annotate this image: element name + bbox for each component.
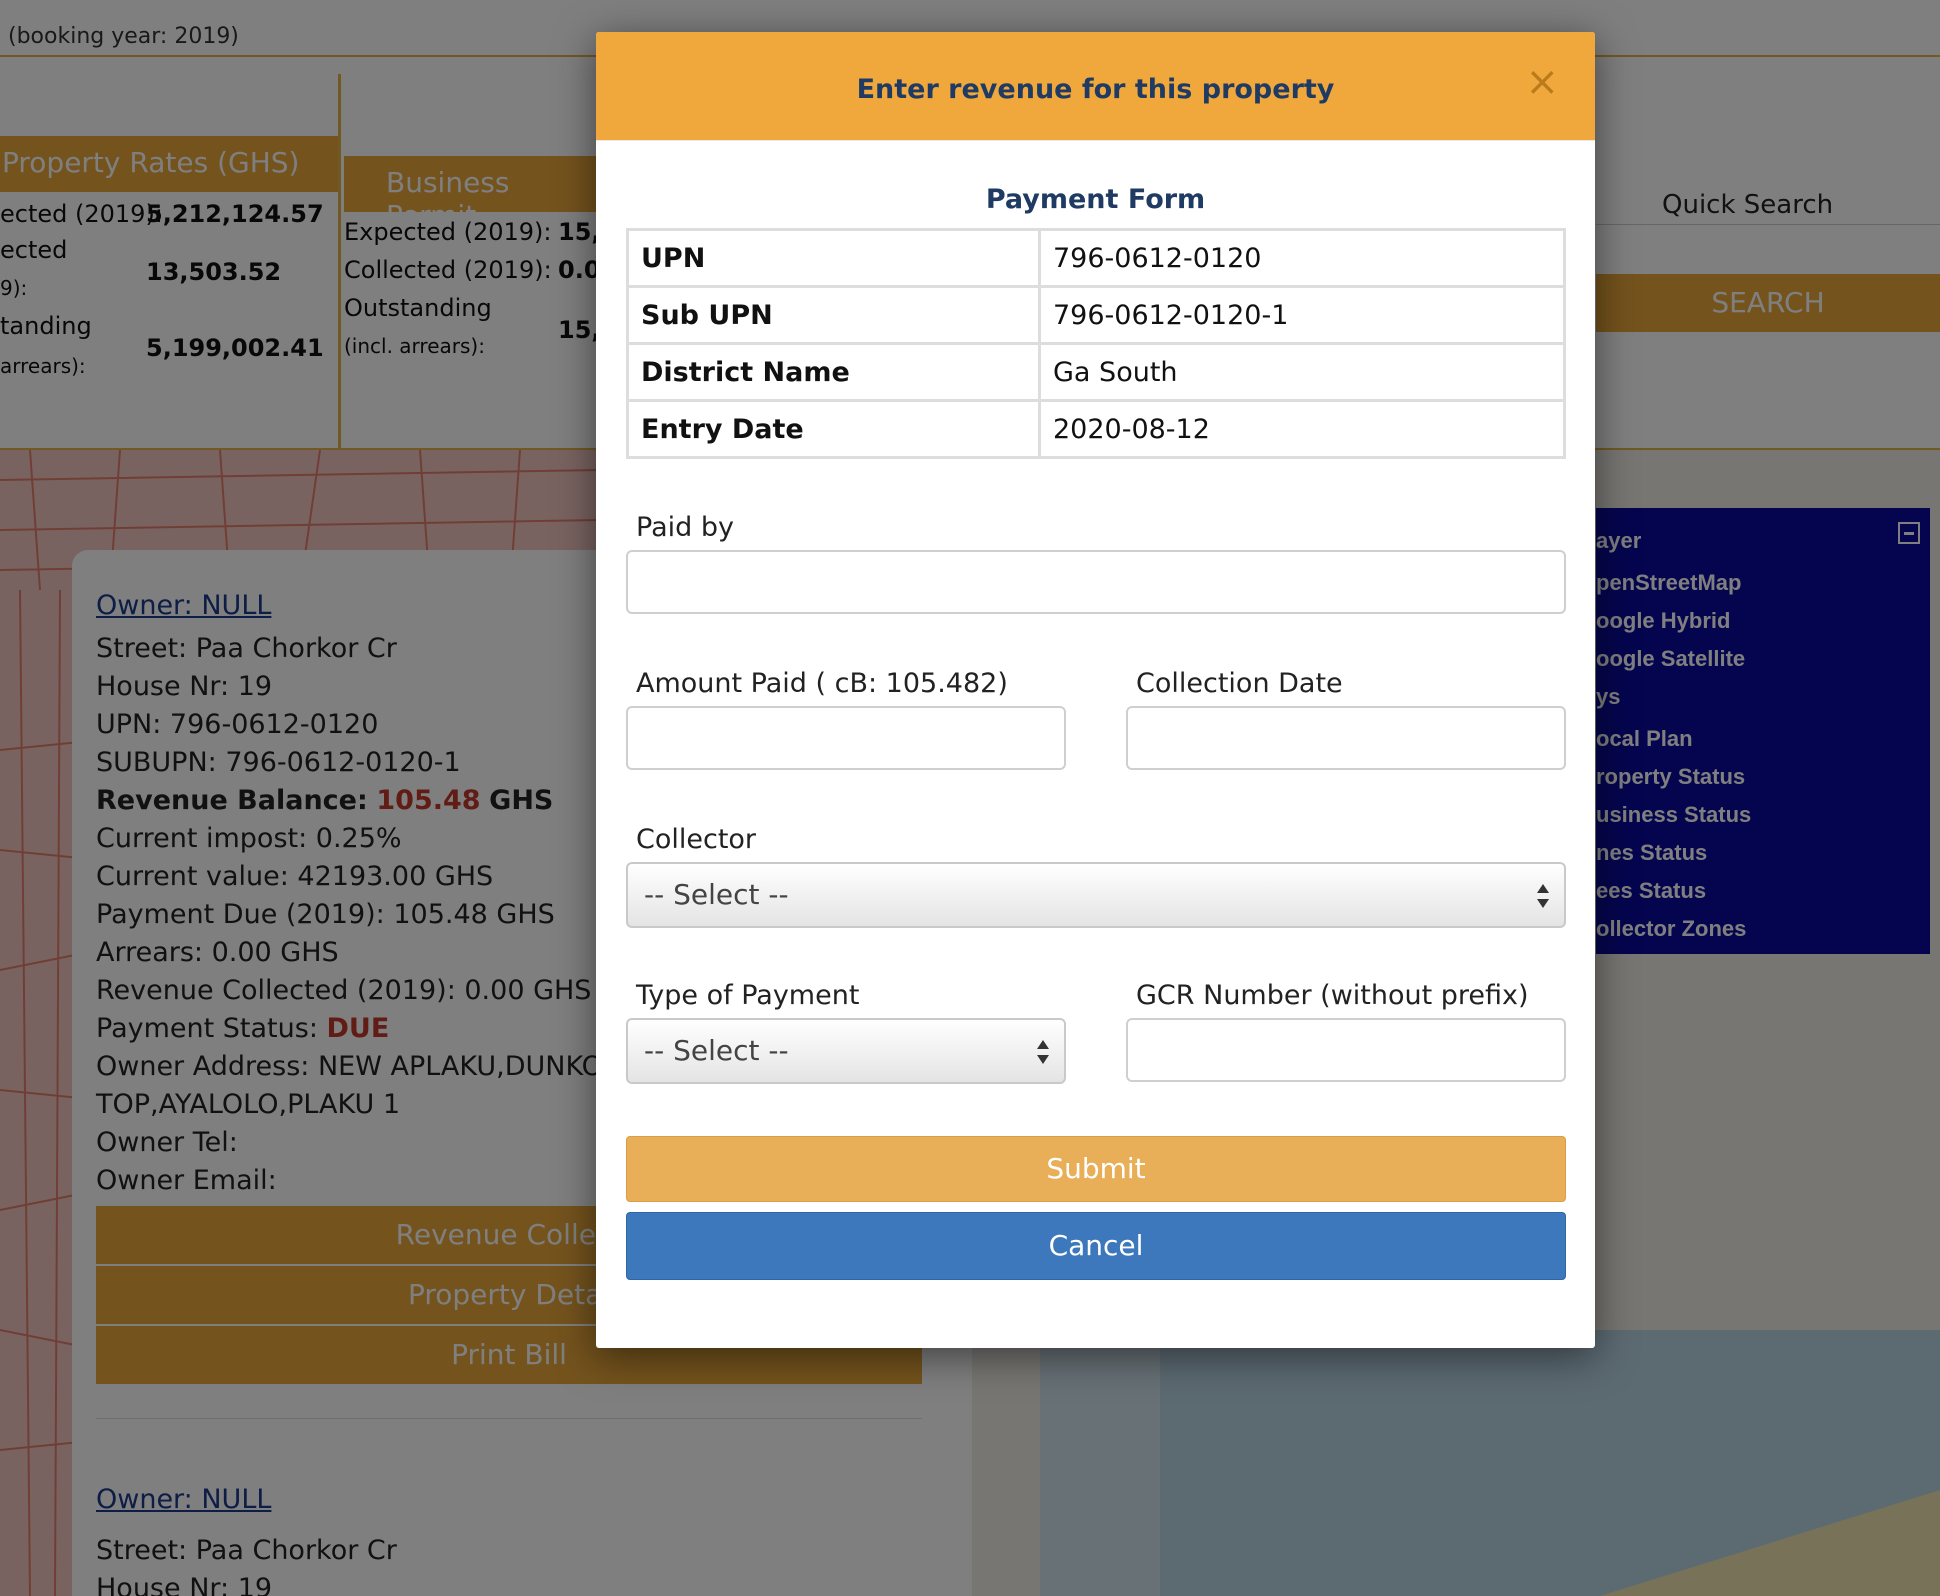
table-row: Entry Date 2020-08-12 [626,399,1566,459]
cancel-button[interactable]: Cancel [626,1212,1566,1280]
table-value: Ga South [1038,342,1566,402]
select-arrows-icon [1537,884,1549,908]
modal-title: Enter revenue for this property [856,74,1335,105]
close-icon[interactable]: × [1525,62,1559,102]
table-key: UPN [626,228,1041,288]
select-arrows-icon [1037,1040,1049,1064]
payment-type-select[interactable]: -- Select -- [626,1018,1066,1084]
gcr-number-input[interactable] [1126,1018,1566,1082]
payment-type-select-value: -- Select -- [644,1034,789,1067]
table-value: 796-0612-0120-1 [1038,285,1566,345]
collection-date-label: Collection Date [1136,668,1343,699]
table-value: 2020-08-12 [1038,399,1566,459]
payment-type-label: Type of Payment [636,980,860,1011]
collector-select[interactable]: -- Select -- [626,862,1566,928]
collector-label: Collector [636,824,757,855]
collection-date-input[interactable] [1126,706,1566,770]
table-value: 796-0612-0120 [1038,228,1566,288]
paid-by-label: Paid by [636,512,734,543]
submit-button[interactable]: Submit [626,1136,1566,1202]
modal-header: Enter revenue for this property × [596,32,1595,141]
form-title: Payment Form [985,184,1206,215]
table-row: Sub UPN 796-0612-0120-1 [626,285,1566,345]
table-key: Entry Date [626,399,1041,459]
collector-select-value: -- Select -- [644,878,789,911]
table-row: UPN 796-0612-0120 [626,228,1566,288]
property-info-table: UPN 796-0612-0120 Sub UPN 796-0612-0120-… [626,228,1566,459]
gcr-number-label: GCR Number (without prefix) [1136,980,1529,1011]
paid-by-input[interactable] [626,550,1566,614]
amount-paid-label: Amount Paid ( cB: 105.482) [636,668,1008,699]
revenue-modal: Enter revenue for this property × Paymen… [596,32,1595,1348]
table-row: District Name Ga South [626,342,1566,402]
table-key: District Name [626,342,1041,402]
table-key: Sub UPN [626,285,1041,345]
amount-paid-input[interactable] [626,706,1066,770]
